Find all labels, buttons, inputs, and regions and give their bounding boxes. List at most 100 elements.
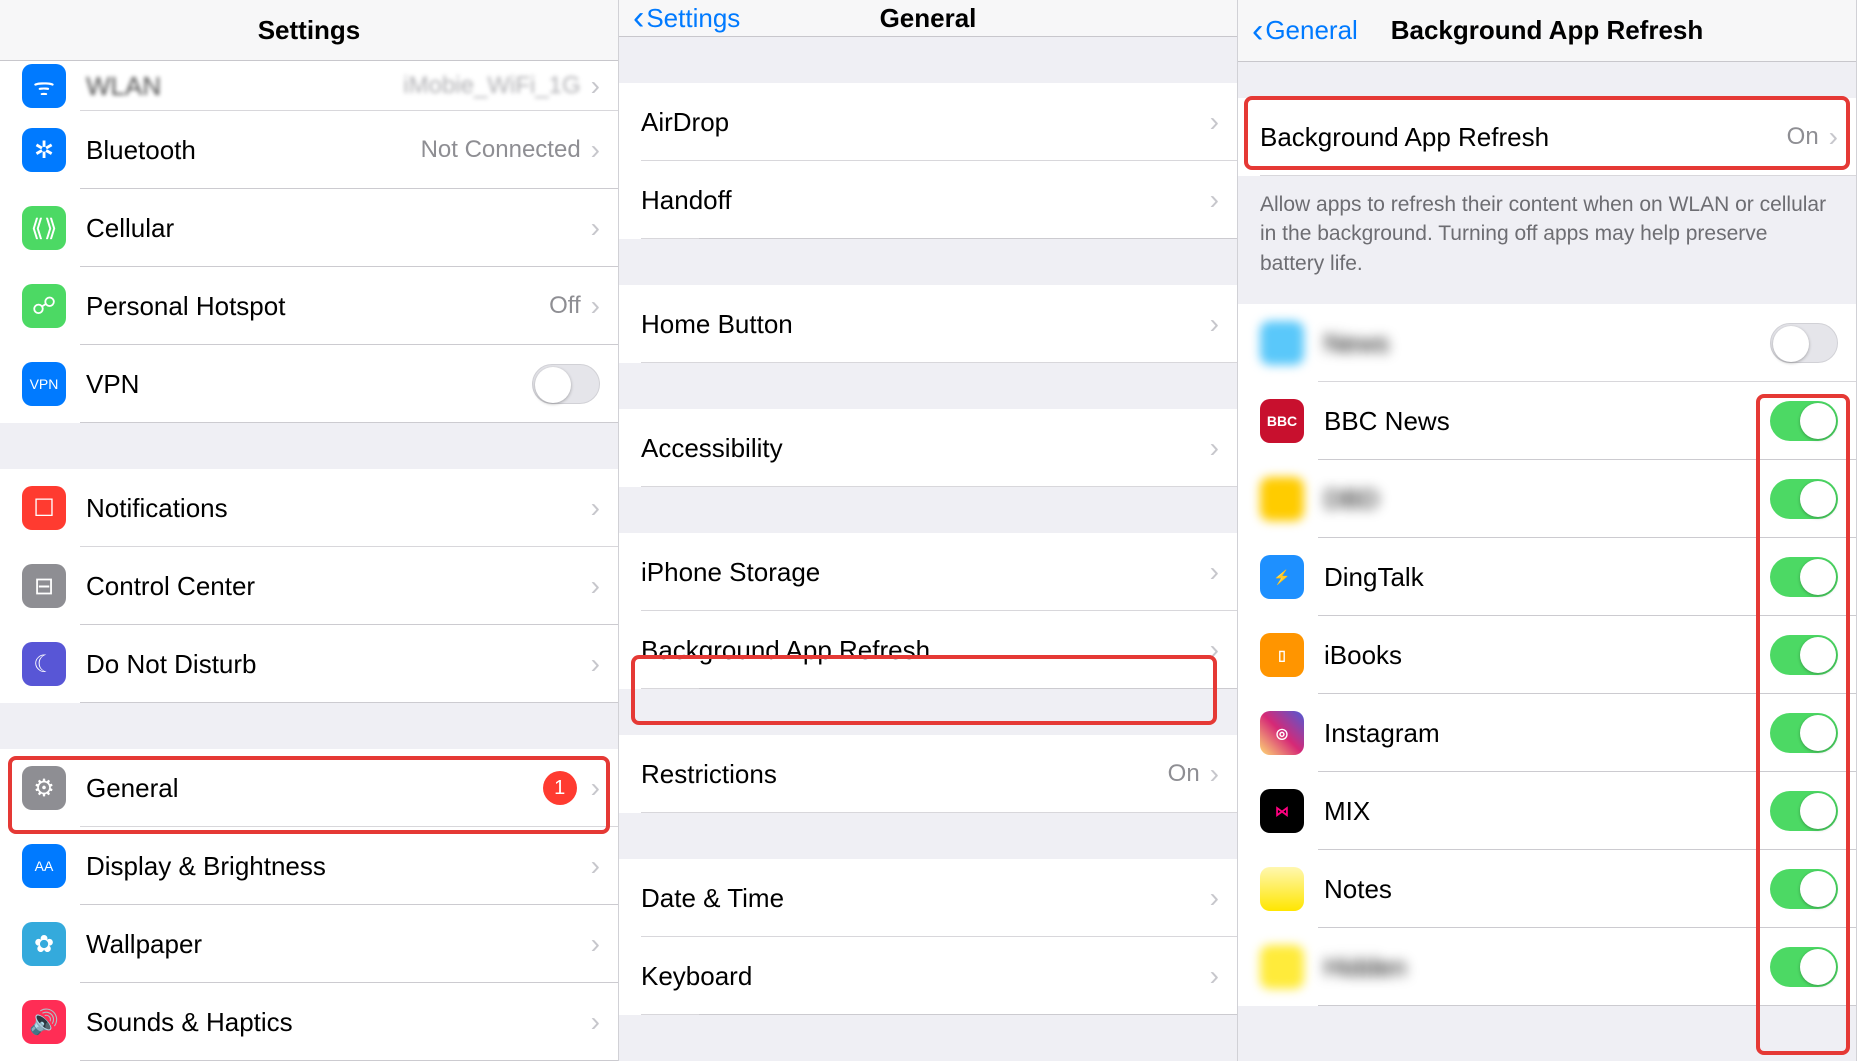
row-detail: On <box>1787 123 1819 151</box>
list-row[interactable]: Background App Refresh› <box>619 611 1237 689</box>
row-label: iPhone Storage <box>641 557 1210 588</box>
control-center-icon: ⊟ <box>22 564 66 608</box>
list-row[interactable]: VPNVPN <box>0 345 618 423</box>
app-label: iBooks <box>1324 640 1770 671</box>
general-list: AirDrop›Handoff›Home Button›Accessibilit… <box>619 37 1237 1061</box>
app-row[interactable]: Hidden <box>1238 928 1856 1006</box>
app-row[interactable]: ⋈MIX <box>1238 772 1856 850</box>
list-row[interactable]: Date & Time› <box>619 859 1237 937</box>
chevron-right-icon: › <box>591 852 600 880</box>
badge: 1 <box>543 771 577 805</box>
toggle-switch[interactable] <box>1770 557 1838 597</box>
hotspot-icon: ☍ <box>22 284 66 328</box>
toggle-switch[interactable] <box>532 364 600 404</box>
chevron-right-icon: › <box>1210 760 1219 788</box>
app-icon: ⋈ <box>1260 789 1304 833</box>
toggle-switch[interactable] <box>1770 791 1838 831</box>
app-icon: ⚡ <box>1260 555 1304 599</box>
general-icon: ⚙ <box>22 766 66 810</box>
toggle-switch[interactable] <box>1770 401 1838 441</box>
row-detail: iMobie_WiFi_1G <box>403 72 580 100</box>
list-row[interactable]: Accessibility› <box>619 409 1237 487</box>
wallpaper-icon: ✿ <box>22 922 66 966</box>
general-pane: ‹ Settings General AirDrop›Handoff›Home … <box>619 0 1238 1061</box>
row-label: Cellular <box>86 213 591 244</box>
list-row[interactable]: Home Button› <box>619 285 1237 363</box>
chevron-right-icon: › <box>591 136 600 164</box>
chevron-right-icon: › <box>1210 558 1219 586</box>
chevron-right-icon: › <box>591 572 600 600</box>
list-row[interactable]: ☐Notifications› <box>0 469 618 547</box>
chevron-right-icon: › <box>1210 434 1219 462</box>
row-label: Personal Hotspot <box>86 291 549 322</box>
toggle-switch[interactable] <box>1770 869 1838 909</box>
list-row[interactable]: ⟪⟫Cellular› <box>0 189 618 267</box>
list-row[interactable]: Handoff› <box>619 161 1237 239</box>
row-label: Background App Refresh <box>641 635 1210 666</box>
app-row[interactable]: News <box>1238 304 1856 382</box>
list-row[interactable]: ✲BluetoothNot Connected› <box>0 111 618 189</box>
nav-bar: Settings <box>0 0 618 61</box>
back-button[interactable]: ‹ General <box>1252 14 1358 48</box>
app-icon <box>1260 477 1304 521</box>
bar-master-row[interactable]: Background App Refresh On › <box>1238 98 1856 176</box>
back-button[interactable]: ‹ Settings <box>633 1 740 35</box>
toggle-switch[interactable] <box>1770 635 1838 675</box>
list-row[interactable]: ⊟ Control Center› <box>0 547 618 625</box>
app-label: Notes <box>1324 874 1770 905</box>
toggle-switch[interactable] <box>1770 947 1838 987</box>
app-icon: BBC <box>1260 399 1304 443</box>
list-row[interactable]: Keyboard› <box>619 937 1237 1015</box>
app-row[interactable]: Notes <box>1238 850 1856 928</box>
app-row[interactable]: DBD <box>1238 460 1856 538</box>
app-label: BBC News <box>1324 406 1770 437</box>
app-label: Instagram <box>1324 718 1770 749</box>
row-detail: Off <box>549 292 581 320</box>
row-label: VPN <box>86 369 532 400</box>
list-row[interactable]: iPhone Storage› <box>619 533 1237 611</box>
nav-bar: ‹ Settings General <box>619 0 1237 37</box>
row-label: Handoff <box>641 185 1210 216</box>
settings-list: ᯤWLANiMobie_WiFi_1G›✲BluetoothNot Connec… <box>0 61 618 1061</box>
wifi-icon: ᯤ <box>22 64 66 108</box>
list-row[interactable]: ᯤWLANiMobie_WiFi_1G› <box>0 61 618 111</box>
chevron-right-icon: › <box>1210 186 1219 214</box>
list-row[interactable]: RestrictionsOn› <box>619 735 1237 813</box>
row-label: General <box>86 773 543 804</box>
toggle-switch[interactable] <box>1770 323 1838 363</box>
chevron-right-icon: › <box>591 650 600 678</box>
chevron-right-icon: › <box>1210 108 1219 136</box>
bar-pane: ‹ General Background App Refresh Backgro… <box>1238 0 1857 1061</box>
row-label: Keyboard <box>641 961 1210 992</box>
chevron-right-icon: › <box>591 72 600 100</box>
row-label: Control Center <box>86 571 591 602</box>
chevron-right-icon: › <box>591 214 600 242</box>
display-icon: AA <box>22 844 66 888</box>
toggle-switch[interactable] <box>1770 479 1838 519</box>
bar-list: Background App Refresh On › Allow apps t… <box>1238 62 1856 1006</box>
chevron-right-icon: › <box>1210 310 1219 338</box>
app-label: DingTalk <box>1324 562 1770 593</box>
list-row[interactable]: ☾Do Not Disturb› <box>0 625 618 703</box>
app-row[interactable]: ▯iBooks <box>1238 616 1856 694</box>
list-row[interactable]: 🔊Sounds & Haptics› <box>0 983 618 1061</box>
settings-pane: Settings ᯤWLANiMobie_WiFi_1G›✲BluetoothN… <box>0 0 619 1061</box>
list-row[interactable]: AirDrop› <box>619 83 1237 161</box>
row-label: Accessibility <box>641 433 1210 464</box>
app-row[interactable]: ⚡ DingTalk <box>1238 538 1856 616</box>
row-label: Display & Brightness <box>86 851 591 882</box>
app-row[interactable]: ◎ Instagram <box>1238 694 1856 772</box>
app-icon <box>1260 321 1304 365</box>
row-label: Bluetooth <box>86 135 421 166</box>
list-row[interactable]: ☍Personal HotspotOff› <box>0 267 618 345</box>
app-icon: ◎ <box>1260 711 1304 755</box>
section-footer: Allow apps to refresh their content when… <box>1238 176 1856 304</box>
list-row[interactable]: AA Display & Brightness› <box>0 827 618 905</box>
row-label: Notifications <box>86 493 591 524</box>
app-row[interactable]: BBC BBC News <box>1238 382 1856 460</box>
dnd-icon: ☾ <box>22 642 66 686</box>
toggle-switch[interactable] <box>1770 713 1838 753</box>
list-row[interactable]: ⚙General1› <box>0 749 618 827</box>
row-label: Background App Refresh <box>1260 122 1787 153</box>
list-row[interactable]: ✿Wallpaper› <box>0 905 618 983</box>
